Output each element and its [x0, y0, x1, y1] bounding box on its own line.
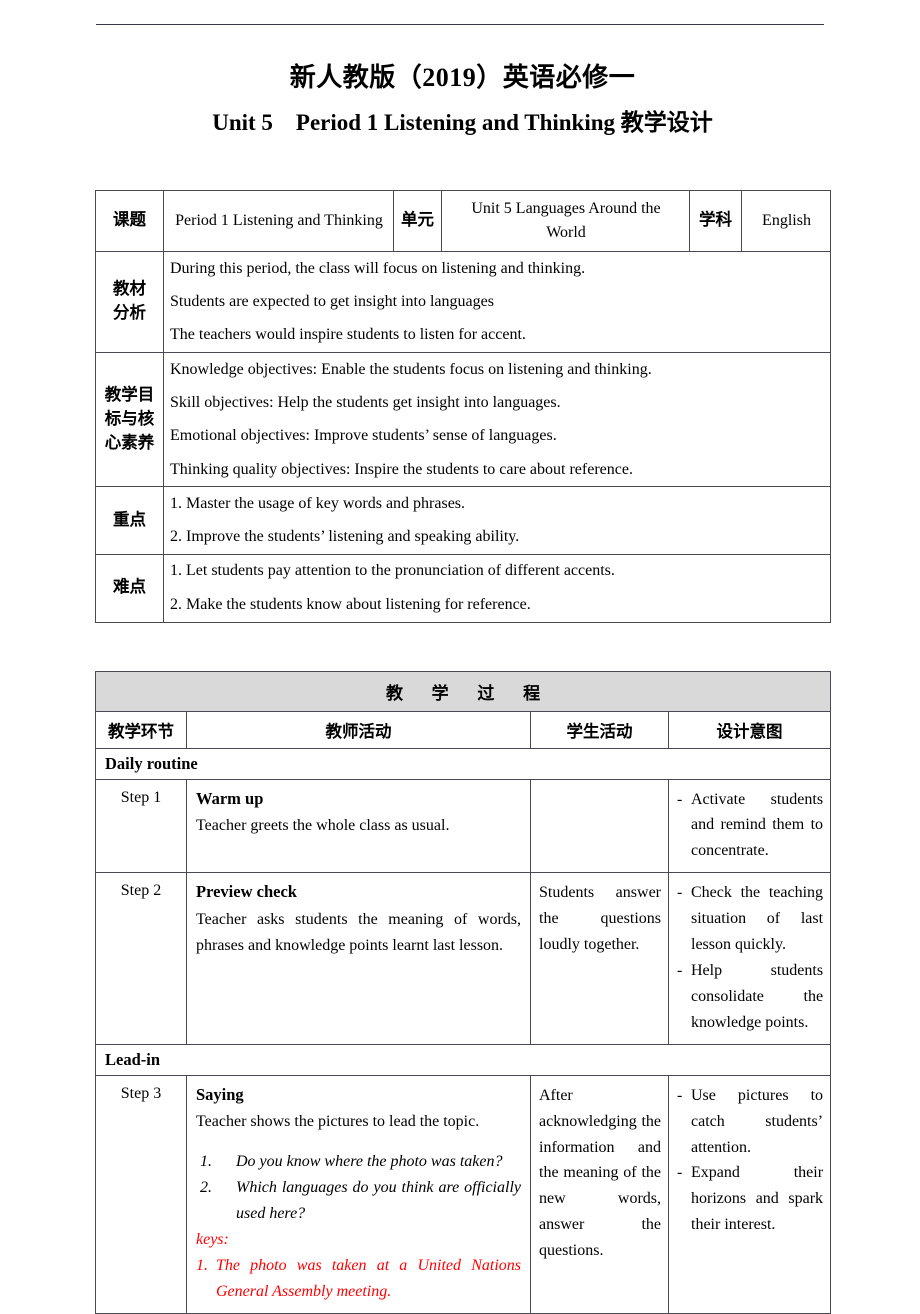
text-line: Emotional objectives: Improve students’ … [170, 427, 557, 445]
table-row-key-points: 重点 1. Master the usage of key words and … [95, 486, 831, 555]
column-header-design-intent: 设计意图 [667, 710, 832, 749]
text-line: Knowledge objectives: Enable the student… [170, 360, 652, 378]
column-header-stage: 教学环节 [95, 710, 187, 749]
dash-bullet-icon: - [677, 962, 683, 980]
column-header-teacher-activity: 教师活动 [186, 710, 531, 749]
activity-text-3: Teacher shows the pictures to lead the t… [196, 1113, 480, 1131]
table-row-topic: 课题 Period 1 Listening and Thinking 单元 Un… [95, 190, 831, 253]
value-key-points: 1. Master the usage of key words and phr… [163, 486, 831, 555]
design-items-1: - Activate students and remind them to co… [677, 787, 823, 865]
label-subject: 学科 [689, 190, 742, 253]
label-material-analysis: 教材 分析 [95, 251, 164, 354]
text-line: During this period, the class will focus… [170, 259, 586, 277]
activity-heading-2: Preview check [196, 882, 297, 902]
design-intent-item: - Use pictures to catch students’ attenti… [677, 1083, 823, 1161]
student-activity-2: Students answer the questions loudly tog… [530, 872, 669, 1045]
question-item: 2. Which languages do you think are offic… [196, 1175, 521, 1227]
activity-text-1: Teacher greets the whole class as usual. [196, 817, 450, 835]
document-title-secondary: Unit 5 Period 1 Listening and Thinking 教… [212, 110, 713, 136]
value-unit: Unit 5 Languages Around the World [441, 190, 690, 253]
value-subject: English [741, 190, 831, 253]
student-activity-3: After acknowledging the information and … [530, 1074, 669, 1314]
step-label-3: Step 3 [95, 1074, 187, 1314]
header-rule [96, 24, 824, 25]
question-number: 1. [200, 1153, 212, 1171]
step-label-1: Step 1 [95, 778, 187, 874]
section-label-daily-routine: Daily routine [94, 747, 832, 780]
design-intent-item: - Activate students and remind them to co… [677, 787, 823, 865]
design-intent-1: - Activate students and remind them to co… [667, 778, 832, 874]
text-line: 2. Make the students know about listenin… [170, 595, 531, 613]
value-difficult-points: 1. Let students pay attention to the pro… [163, 553, 831, 623]
keys-label-3: keys: [196, 1231, 229, 1249]
table-row-step-2: Step 2 Preview check Teacher asks studen… [95, 872, 832, 1045]
material-analysis-lines: During this period, the class will focus… [164, 252, 830, 352]
dash-bullet-icon: - [677, 884, 683, 902]
table-row-step-3: Step 3 Saying Teacher shows the pictures… [95, 1074, 832, 1314]
text-line: 1. Let students pay attention to the pro… [170, 562, 615, 580]
difficult-points-lines: 1. Let students pay attention to the pro… [164, 555, 830, 622]
section-label-lead-in: Lead-in [94, 1043, 832, 1076]
activity-text-2: Teacher asks students the meaning of wor… [196, 911, 521, 954]
key-points-lines: 1. Master the usage of key words and phr… [164, 487, 830, 554]
dash-bullet-icon: - [677, 790, 683, 808]
dash-bullet-icon: - [677, 1164, 683, 1182]
table-row-objectives: 教学目 标与核 心素养 Knowledge objectives: Enable… [95, 352, 831, 488]
answer-key-number: 1. [196, 1257, 208, 1275]
table-row-step-1: Step 1 Warm up Teacher greets the whole … [95, 778, 832, 874]
question-number: 2. [200, 1179, 212, 1197]
objectives-lines: Knowledge objectives: Enable the student… [164, 353, 830, 486]
teacher-activity-1: Warm up Teacher greets the whole class a… [186, 778, 531, 874]
design-intent-3: - Use pictures to catch students’ attenti… [667, 1074, 832, 1314]
text-line: 1. Master the usage of key words and phr… [170, 494, 466, 512]
question-list-3: 1. Do you know where the photo was taken?… [196, 1149, 521, 1227]
teaching-process-table: 教 学 过 程 教学环节 教师活动 学生活动 设计意图 Daily routin… [94, 670, 832, 1314]
value-topic: Period 1 Listening and Thinking [163, 190, 394, 253]
table-row-material-analysis: 教材 分析 During this period, the class will… [95, 251, 831, 354]
process-banner: 教 学 过 程 [94, 670, 832, 712]
document-title-primary: 新人教版（2019）英语必修一 [289, 63, 636, 92]
student-text-2: Students answer the questions loudly tog… [539, 884, 661, 954]
column-header-student-activity: 学生活动 [530, 710, 669, 749]
design-intent-item: - Expand their horizons and spark their i… [677, 1160, 823, 1238]
activity-heading-3: Saying [196, 1084, 244, 1104]
answer-key-item: 1. The photo was taken at a United Nation… [196, 1253, 521, 1305]
process-banner-row: 教 学 过 程 [94, 670, 832, 712]
text-line: Skill objectives: Help the students get … [170, 393, 561, 411]
design-items-2: - Check the teaching situation of last le… [677, 880, 823, 1035]
document-page: 新人教版（2019）英语必修一 Unit 5 Period 1 Listenin… [0, 0, 920, 1314]
text-line: 2. Improve the students’ listening and s… [170, 528, 520, 546]
activity-heading-1: Warm up [196, 788, 264, 808]
design-items-3: - Use pictures to catch students’ attenti… [677, 1083, 823, 1238]
section-row-lead-in: Lead-in [94, 1043, 832, 1076]
step-label-2: Step 2 [95, 872, 187, 1045]
student-activity-1 [530, 778, 669, 874]
design-intent-item: - Help students consolidate the knowledge… [677, 958, 823, 1036]
value-objectives: Knowledge objectives: Enable the student… [163, 352, 831, 488]
design-intent-item: - Check the teaching situation of last le… [677, 880, 823, 958]
label-objectives: 教学目 标与核 心素养 [95, 352, 164, 488]
label-key-points: 重点 [95, 486, 164, 555]
teacher-activity-2: Preview check Teacher asks students the … [186, 872, 531, 1045]
student-text-3: After acknowledging the information and … [539, 1086, 661, 1260]
question-item: 1. Do you know where the photo was taken? [196, 1149, 521, 1175]
lesson-info-table: 课题 Period 1 Listening and Thinking 单元 Un… [95, 190, 831, 623]
process-header-row: 教学环节 教师活动 学生活动 设计意图 [95, 710, 832, 749]
label-unit: 单元 [393, 190, 442, 253]
text-line: Students are expected to get insight int… [170, 292, 494, 310]
table-row-difficult-points: 难点 1. Let students pay attention to the … [95, 553, 831, 623]
teacher-activity-3: Saying Teacher shows the pictures to lea… [186, 1074, 531, 1314]
label-difficult-points: 难点 [95, 553, 164, 623]
document-content: 新人教版（2019）英语必修一 Unit 5 Period 1 Listenin… [94, 60, 832, 1314]
value-material-analysis: During this period, the class will focus… [163, 251, 831, 354]
design-intent-2: - Check the teaching situation of last le… [667, 872, 832, 1045]
keys-items-3: 1. The photo was taken at a United Nation… [196, 1253, 521, 1305]
text-line: The teachers would inspire students to l… [170, 326, 526, 344]
text-line: Thinking quality objectives: Inspire the… [170, 460, 633, 478]
dash-bullet-icon: - [677, 1086, 683, 1104]
section-row-daily-routine: Daily routine [94, 747, 832, 780]
label-topic: 课题 [95, 190, 164, 253]
